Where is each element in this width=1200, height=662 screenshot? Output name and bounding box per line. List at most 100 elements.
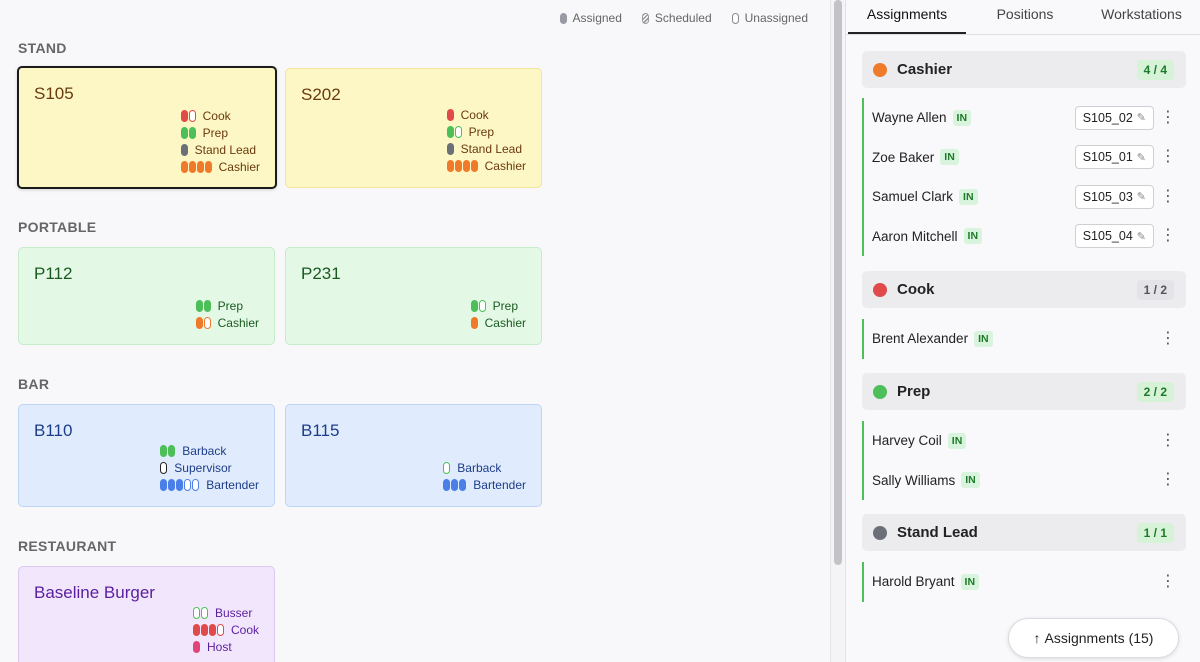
status-badge: IN bbox=[952, 109, 972, 126]
status-dot-icon bbox=[873, 282, 887, 297]
workstation-card-b115[interactable]: B115 Barback Bartender bbox=[285, 404, 542, 507]
unassigned-pill-icon bbox=[478, 300, 486, 312]
more-options-icon[interactable]: ⋮ bbox=[1160, 109, 1176, 126]
assignment-row[interactable]: Harold Bryant IN ⋮ bbox=[864, 562, 1186, 602]
workstation-button[interactable]: S105_03 ✎ bbox=[1074, 184, 1154, 209]
workstation-button[interactable]: S105_02 ✎ bbox=[1074, 105, 1154, 130]
assignment-row[interactable]: Harvey Coil IN ⋮ bbox=[864, 421, 1186, 461]
group-header-prep[interactable]: Prep 2 / 2 bbox=[862, 373, 1186, 410]
role-row-stand-lead: Stand Lead bbox=[180, 142, 257, 158]
status-badge: IN bbox=[959, 188, 978, 205]
role-row-host: Host bbox=[192, 639, 232, 655]
assignment-row[interactable]: Wayne Allen IN S105_02 ✎ ⋮ bbox=[864, 98, 1186, 138]
employee-name: Aaron Mitchell bbox=[872, 228, 958, 244]
unassigned-pill-icon bbox=[188, 110, 196, 122]
assigned-pill-icon bbox=[470, 300, 478, 312]
role-row-supervisor: Supervisor bbox=[160, 460, 232, 476]
role-pills bbox=[446, 109, 454, 121]
role-list: Cook Prep Stand Lead Cashier bbox=[446, 107, 526, 174]
workstation-button[interactable]: S105_04 ✎ bbox=[1074, 224, 1154, 249]
workstation-card-p231[interactable]: P231 Prep Cashier bbox=[285, 247, 542, 345]
group-title: Stand Lead bbox=[897, 524, 978, 541]
unassigned-pill-icon bbox=[160, 462, 168, 474]
workstation-board: Assigned Scheduled Unassigned STAND S105… bbox=[0, 0, 830, 662]
role-label: Cashier bbox=[217, 316, 259, 330]
group-header-cashier[interactable]: Cashier 4 / 4 bbox=[862, 51, 1186, 88]
status-badge: IN bbox=[961, 472, 980, 489]
role-pills bbox=[470, 300, 486, 312]
tab-assignments[interactable]: Assignments bbox=[848, 0, 966, 34]
unassigned-pill-icon bbox=[443, 462, 451, 474]
role-label: Stand Lead bbox=[194, 143, 257, 157]
role-label: Prep bbox=[492, 299, 518, 313]
role-label: Cook bbox=[460, 108, 489, 122]
group-count-badge: 4 / 4 bbox=[1136, 59, 1174, 80]
more-options-icon[interactable]: ⋮ bbox=[1160, 573, 1176, 590]
assignment-row[interactable]: Samuel Clark IN S105_03 ✎ ⋮ bbox=[864, 177, 1186, 217]
assigned-pill-icon bbox=[462, 160, 470, 172]
role-pills bbox=[160, 479, 200, 491]
assignment-row[interactable]: Aaron Mitchell IN S105_04 ✎ ⋮ bbox=[864, 217, 1186, 257]
unassigned-pill-icon bbox=[454, 126, 462, 138]
role-label: Barback bbox=[182, 444, 227, 458]
tab-workstations[interactable]: Workstations bbox=[1084, 0, 1199, 34]
assignment-row[interactable]: Zoe Baker IN S105_01 ✎ ⋮ bbox=[864, 138, 1186, 178]
workstation-card-p112[interactable]: P112 Prep Cashier bbox=[18, 247, 275, 345]
group-members-stand-lead: Harold Bryant IN ⋮ bbox=[862, 562, 1186, 602]
legend-scheduled: Scheduled bbox=[641, 11, 712, 25]
group-title: Prep bbox=[897, 383, 931, 400]
legend-unassigned-label: Unassigned bbox=[744, 11, 808, 25]
group-members-cashier: Wayne Allen IN S105_02 ✎ ⋮ Zoe Baker IN S105_01… bbox=[862, 98, 1186, 256]
assignment-row[interactable]: Sally Williams IN ⋮ bbox=[864, 461, 1186, 501]
section-title-stand: STAND bbox=[18, 40, 67, 56]
more-options-icon[interactable]: ⋮ bbox=[1160, 228, 1176, 244]
card-name: B115 bbox=[301, 421, 340, 440]
role-pills bbox=[470, 317, 478, 329]
role-row-cashier: Cashier bbox=[446, 158, 526, 174]
unassigned-pill-icon bbox=[200, 607, 208, 619]
role-row-prep: Prep bbox=[180, 125, 228, 141]
assigned-pill-icon bbox=[192, 624, 200, 636]
role-pills bbox=[443, 479, 467, 491]
pencil-icon: ✎ bbox=[1136, 191, 1146, 204]
status-dot-icon bbox=[873, 384, 887, 399]
tab-bar: Assignments Positions Workstations bbox=[846, 0, 1200, 35]
role-label: Host bbox=[206, 640, 232, 654]
scrollbar-thumb[interactable] bbox=[834, 0, 842, 565]
group-members-prep: Harvey Coil IN ⋮ Sally Williams IN ⋮ bbox=[862, 421, 1186, 500]
workstation-card-s202[interactable]: S202 Cook Prep Stand Lead Cashier bbox=[285, 68, 542, 188]
workstation-card-baseline-burger[interactable]: Baseline Burger Busser Cook Host bbox=[18, 566, 275, 662]
assignments-count-label: Assignments (15) bbox=[1044, 630, 1154, 646]
employee-name: Harold Bryant bbox=[872, 574, 955, 590]
role-pills bbox=[446, 160, 478, 172]
more-options-icon[interactable]: ⋮ bbox=[1160, 149, 1176, 165]
role-pills bbox=[446, 143, 454, 155]
scrollbar[interactable] bbox=[830, 0, 844, 662]
group-header-stand-lead[interactable]: Stand Lead 1 / 1 bbox=[862, 514, 1186, 551]
tab-positions[interactable]: Positions bbox=[966, 0, 1084, 34]
group-title: Cook bbox=[897, 281, 935, 298]
more-options-icon[interactable]: ⋮ bbox=[1160, 432, 1176, 449]
assigned-pill-icon bbox=[559, 12, 567, 24]
assignments-count-button[interactable]: ↑ Assignments (15) bbox=[1008, 618, 1179, 658]
workstation-card-s105[interactable]: S105 Cook Prep Stand Lead Cashier bbox=[17, 66, 277, 189]
group-header-cook[interactable]: Cook 1 / 2 bbox=[862, 271, 1186, 308]
card-name: S105 bbox=[34, 84, 74, 103]
role-pills bbox=[192, 607, 208, 619]
assigned-pill-icon bbox=[446, 143, 454, 155]
role-row-prep: Prep bbox=[195, 298, 243, 314]
more-options-icon[interactable]: ⋮ bbox=[1160, 472, 1176, 488]
status-badge: IN bbox=[947, 432, 967, 449]
role-list: Busser Cook Host bbox=[192, 605, 259, 655]
workstation-button[interactable]: S105_01 ✎ bbox=[1074, 145, 1154, 170]
workstation-label: S105_02 bbox=[1082, 110, 1133, 125]
role-row-cashier: Cashier bbox=[180, 159, 260, 175]
pencil-icon: ✎ bbox=[1136, 112, 1146, 125]
more-options-icon[interactable]: ⋮ bbox=[1160, 188, 1176, 205]
assignment-row[interactable]: Brent Alexander IN ⋮ bbox=[864, 319, 1186, 359]
role-row-barback: Barback bbox=[160, 443, 226, 459]
workstation-card-b110[interactable]: B110 Barback Supervisor Bartender bbox=[18, 404, 275, 507]
more-options-icon[interactable]: ⋮ bbox=[1160, 330, 1176, 347]
status-badge: IN bbox=[940, 149, 959, 166]
assigned-pill-icon bbox=[180, 144, 188, 156]
